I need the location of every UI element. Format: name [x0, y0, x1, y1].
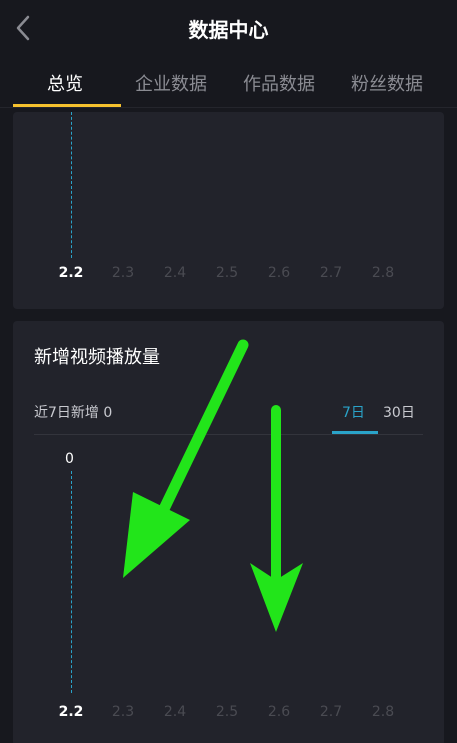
video-plays-card: 新增视频播放量 近7日新增 0 7日 30日 0 2.2 2.3 2.4 2.5… [13, 321, 444, 743]
x-axis-label: 2.3 [111, 704, 135, 720]
x-axis-label: 2.3 [111, 265, 135, 281]
recent-increase-summary: 近7日新增 0 [34, 405, 113, 421]
chart-value-label: 0 [65, 451, 74, 467]
x-axis-label: 2.2 [58, 704, 84, 720]
range-7-days-button[interactable]: 7日 [342, 402, 365, 422]
x-axis-label: 2.7 [319, 265, 343, 281]
x-axis-label: 2.8 [371, 704, 395, 720]
tab-company-data[interactable]: 企业数据 [135, 70, 207, 96]
overview-chart-card: 2.2 2.3 2.4 2.5 2.6 2.7 2.8 [13, 112, 444, 309]
card-title: 新增视频播放量 [34, 347, 160, 368]
top-bar: 数据中心 [0, 0, 457, 56]
chart-marker-line [71, 112, 72, 258]
tab-overview[interactable]: 总览 [47, 70, 83, 96]
tab-fans-data[interactable]: 粉丝数据 [351, 70, 423, 96]
x-axis-label: 2.6 [267, 704, 291, 720]
divider [34, 434, 423, 435]
active-tab-indicator [13, 104, 121, 107]
x-axis-label: 2.8 [371, 265, 395, 281]
x-axis-label: 2.4 [163, 704, 187, 720]
tab-bar: 总览 企业数据 作品数据 粉丝数据 [0, 60, 457, 108]
x-axis-label: 2.7 [319, 704, 343, 720]
range-30-days-button[interactable]: 30日 [383, 402, 415, 422]
x-axis-label: 2.2 [58, 265, 84, 281]
x-axis-label: 2.5 [215, 704, 239, 720]
tab-works-data[interactable]: 作品数据 [243, 70, 315, 96]
chart-marker-line [71, 471, 72, 693]
x-axis-label: 2.5 [215, 265, 239, 281]
x-axis-label: 2.4 [163, 265, 187, 281]
x-axis-label: 2.6 [267, 265, 291, 281]
page-title: 数据中心 [188, 18, 269, 42]
